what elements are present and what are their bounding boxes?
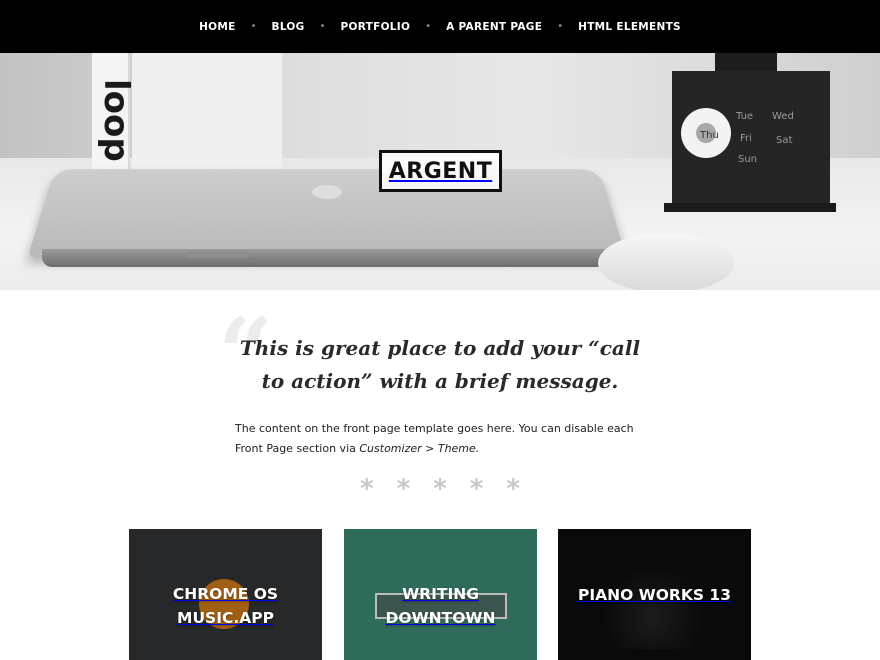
hero-mouse-image <box>598 233 734 290</box>
nav-home[interactable]: HOME <box>193 21 242 33</box>
hero-books-image: loop <box>92 53 292 178</box>
calendar-day: Wed <box>772 111 794 122</box>
call-to-action-heading: This is great place to add your “call to… <box>239 336 641 393</box>
apple-logo-icon <box>312 185 342 199</box>
nav-blog[interactable]: BLOG <box>266 21 311 33</box>
intro-customizer-path: Customizer > Theme. <box>359 442 480 455</box>
star-icon: * <box>396 474 411 504</box>
site-title: ARGENT <box>388 158 493 184</box>
site-logo[interactable]: ARGENT <box>379 150 502 192</box>
hero-laptop-image <box>27 169 627 257</box>
section-divider-stars: * * * * * <box>360 474 520 504</box>
calendar-day: Thu <box>700 130 719 141</box>
nav-separator: • <box>557 21 564 32</box>
nav-parent-page[interactable]: A PARENT PAGE <box>440 21 548 33</box>
portfolio-card-title: WRITING DOWNTOWN <box>385 584 496 627</box>
portfolio-card-writing-downtown[interactable]: WRITING DOWNTOWN <box>344 529 537 660</box>
main-navigation: HOME • BLOG • PORTFOLIO • A PARENT PAGE … <box>0 0 880 53</box>
nav-separator: • <box>250 21 257 32</box>
piano-image <box>598 569 708 649</box>
nav-separator: • <box>425 21 432 32</box>
calendar-day: Sat <box>776 135 793 146</box>
portfolio-card-title: CHROME OS MUSIC.APP <box>172 584 279 627</box>
portfolio-card-chrome-os[interactable]: CHROME OS MUSIC.APP <box>129 529 322 660</box>
star-icon: * <box>469 474 484 504</box>
calendar-day: Sun <box>738 154 758 165</box>
intro-text: The content on the front page template g… <box>235 419 645 459</box>
calendar-day: Fri <box>740 133 752 144</box>
portfolio-card-title: PIANO WORKS 13 <box>577 585 732 604</box>
star-icon: * <box>360 474 374 504</box>
nav-separator: • <box>319 21 326 32</box>
hero-banner: loop Tue Wed Thu Fri Sat Sun ARGENT <box>0 53 880 290</box>
nav-portfolio[interactable]: PORTFOLIO <box>335 21 417 33</box>
star-icon: * <box>506 474 520 504</box>
portfolio-card-piano-works[interactable]: PIANO WORKS 13 <box>558 529 751 660</box>
calendar-day: Tue <box>736 111 754 122</box>
nav-html-elements[interactable]: HTML ELEMENTS <box>572 21 687 33</box>
star-icon: * <box>433 474 447 504</box>
book-spine-text: loop <box>96 79 136 162</box>
